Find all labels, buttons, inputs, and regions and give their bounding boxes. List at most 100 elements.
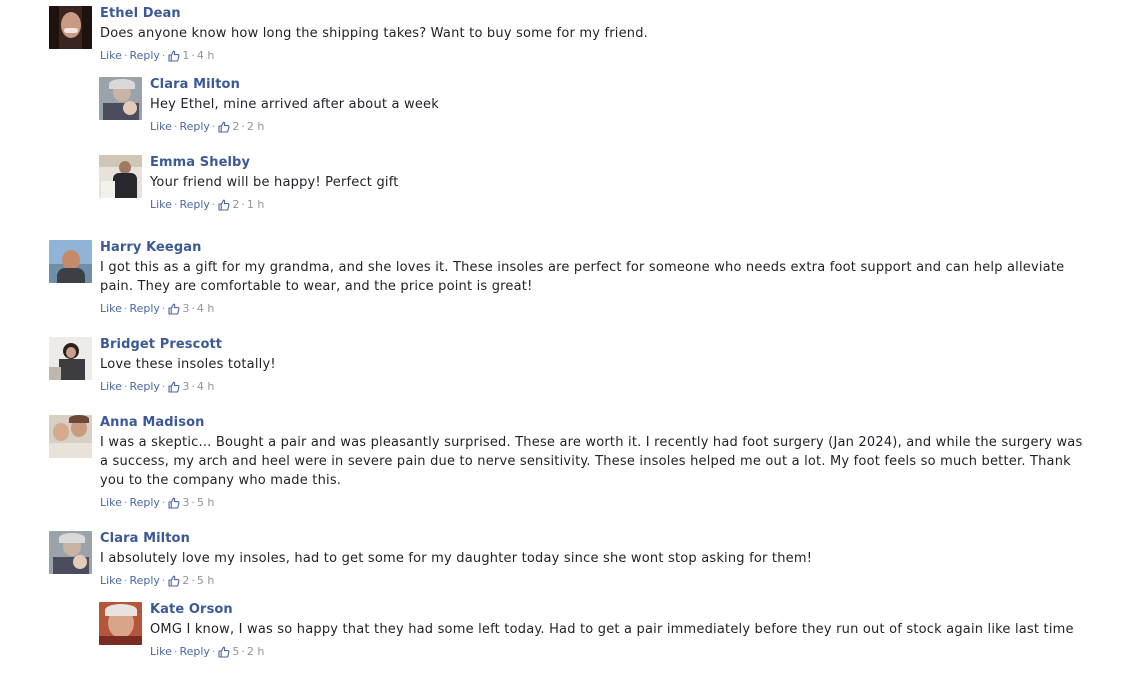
comment-text: OMG I know, I was so happy that they had… xyxy=(150,622,1074,637)
like-count: 1 xyxy=(182,49,190,62)
reply-link[interactable]: Reply xyxy=(129,302,159,316)
reply-link[interactable]: Reply xyxy=(179,645,209,659)
comment-text: I was a skeptic... Bought a pair and was… xyxy=(100,435,1083,488)
like-count: 3 xyxy=(182,496,190,509)
separator: · xyxy=(211,198,216,211)
comment: Bridget Prescott Love these insoles tota… xyxy=(49,337,1090,394)
like-count: 2 xyxy=(232,120,240,133)
comment-actions: Like · Reply · 3 · 5 h xyxy=(100,496,1090,510)
timestamp[interactable]: 2 h xyxy=(247,120,264,134)
like-link[interactable]: Like xyxy=(150,645,172,659)
like-link[interactable]: Like xyxy=(150,198,172,212)
comment-actions: Like · Reply · 5 · 2 h xyxy=(150,645,1136,659)
separator: · xyxy=(173,120,178,133)
commenter-name[interactable]: Kate Orson xyxy=(150,602,1136,618)
like-link[interactable]: Like xyxy=(100,302,122,316)
timestamp[interactable]: 5 h xyxy=(197,496,214,510)
separator: · xyxy=(161,49,166,62)
avatar[interactable] xyxy=(49,6,92,49)
separator: · xyxy=(191,302,195,315)
comment: Anna Madison I was a skeptic... Bought a… xyxy=(49,415,1090,510)
separator: · xyxy=(123,380,128,393)
like-count: 3 xyxy=(182,380,190,393)
separator: · xyxy=(173,645,178,658)
commenter-name[interactable]: Ethel Dean xyxy=(100,6,1090,22)
timestamp[interactable]: 4 h xyxy=(197,380,214,394)
timestamp[interactable]: 4 h xyxy=(197,49,214,63)
reply-comment: Emma Shelby Your friend will be happy! P… xyxy=(99,155,1136,212)
separator: · xyxy=(161,496,166,509)
like-count: 2 xyxy=(232,198,240,211)
comment-actions: Like · Reply · 3 · 4 h xyxy=(100,302,1090,316)
thumbs-up-icon xyxy=(168,381,180,393)
separator: · xyxy=(241,645,245,658)
thumbs-up-icon xyxy=(218,121,230,133)
thumbs-up-icon xyxy=(218,199,230,211)
timestamp[interactable]: 2 h xyxy=(247,645,264,659)
comment: Ethel Dean Does anyone know how long the… xyxy=(49,6,1090,63)
separator: · xyxy=(211,120,216,133)
avatar[interactable] xyxy=(49,415,92,458)
like-link[interactable]: Like xyxy=(100,574,122,588)
comment-actions: Like · Reply · 2 · 5 h xyxy=(100,574,1090,588)
commenter-name[interactable]: Anna Madison xyxy=(100,415,1090,431)
separator: · xyxy=(241,198,245,211)
like-count: 5 xyxy=(232,645,240,658)
thumbs-up-icon xyxy=(168,575,180,587)
reply-link[interactable]: Reply xyxy=(179,120,209,134)
comment-actions: Like · Reply · 3 · 4 h xyxy=(100,380,1090,394)
comment-actions: Like · Reply · 2 · 2 h xyxy=(150,120,1136,134)
comment-text: Does anyone know how long the shipping t… xyxy=(100,26,649,41)
comment-text: I absolutely love my insoles, had to get… xyxy=(100,551,813,566)
comment-text: Your friend will be happy! Perfect gift xyxy=(150,175,399,190)
separator: · xyxy=(191,49,195,62)
separator: · xyxy=(161,380,166,393)
separator: · xyxy=(173,198,178,211)
commenter-name[interactable]: Bridget Prescott xyxy=(100,337,1090,353)
separator: · xyxy=(123,49,128,62)
avatar[interactable] xyxy=(49,240,92,283)
timestamp[interactable]: 1 h xyxy=(247,198,264,212)
commenter-name[interactable]: Clara Milton xyxy=(150,77,1136,93)
reply-link[interactable]: Reply xyxy=(129,496,159,510)
separator: · xyxy=(191,380,195,393)
separator: · xyxy=(241,120,245,133)
avatar[interactable] xyxy=(99,77,142,120)
comment: Clara Milton I absolutely love my insole… xyxy=(49,531,1090,588)
comment-text: I got this as a gift for my grandma, and… xyxy=(100,260,1065,294)
separator: · xyxy=(191,496,195,509)
separator: · xyxy=(123,302,128,315)
comment-actions: Like · Reply · 1 · 4 h xyxy=(100,49,1090,63)
commenter-name[interactable]: Emma Shelby xyxy=(150,155,1136,171)
avatar[interactable] xyxy=(99,602,142,645)
like-count: 2 xyxy=(182,574,190,587)
like-link[interactable]: Like xyxy=(150,120,172,134)
separator: · xyxy=(123,496,128,509)
comment-actions: Like · Reply · 2 · 1 h xyxy=(150,198,1136,212)
thumbs-up-icon xyxy=(168,303,180,315)
like-link[interactable]: Like xyxy=(100,49,122,63)
thumbs-up-icon xyxy=(168,497,180,509)
separator: · xyxy=(211,645,216,658)
separator: · xyxy=(191,574,195,587)
reply-link[interactable]: Reply xyxy=(129,49,159,63)
thumbs-up-icon xyxy=(218,646,230,658)
reply-comment: Kate Orson OMG I know, I was so happy th… xyxy=(99,602,1136,659)
like-link[interactable]: Like xyxy=(100,496,122,510)
comment-text: Love these insoles totally! xyxy=(100,357,276,372)
timestamp[interactable]: 5 h xyxy=(197,574,214,588)
avatar[interactable] xyxy=(49,337,92,380)
reply-comment: Clara Milton Hey Ethel, mine arrived aft… xyxy=(99,77,1136,134)
comment: Harry Keegan I got this as a gift for my… xyxy=(49,240,1090,316)
reply-link[interactable]: Reply xyxy=(129,574,159,588)
timestamp[interactable]: 4 h xyxy=(197,302,214,316)
separator: · xyxy=(161,302,166,315)
reply-link[interactable]: Reply xyxy=(129,380,159,394)
reply-link[interactable]: Reply xyxy=(179,198,209,212)
commenter-name[interactable]: Harry Keegan xyxy=(100,240,1090,256)
comment-text: Hey Ethel, mine arrived after about a we… xyxy=(150,97,439,112)
like-link[interactable]: Like xyxy=(100,380,122,394)
avatar[interactable] xyxy=(99,155,142,198)
commenter-name[interactable]: Clara Milton xyxy=(100,531,1090,547)
avatar[interactable] xyxy=(49,531,92,574)
